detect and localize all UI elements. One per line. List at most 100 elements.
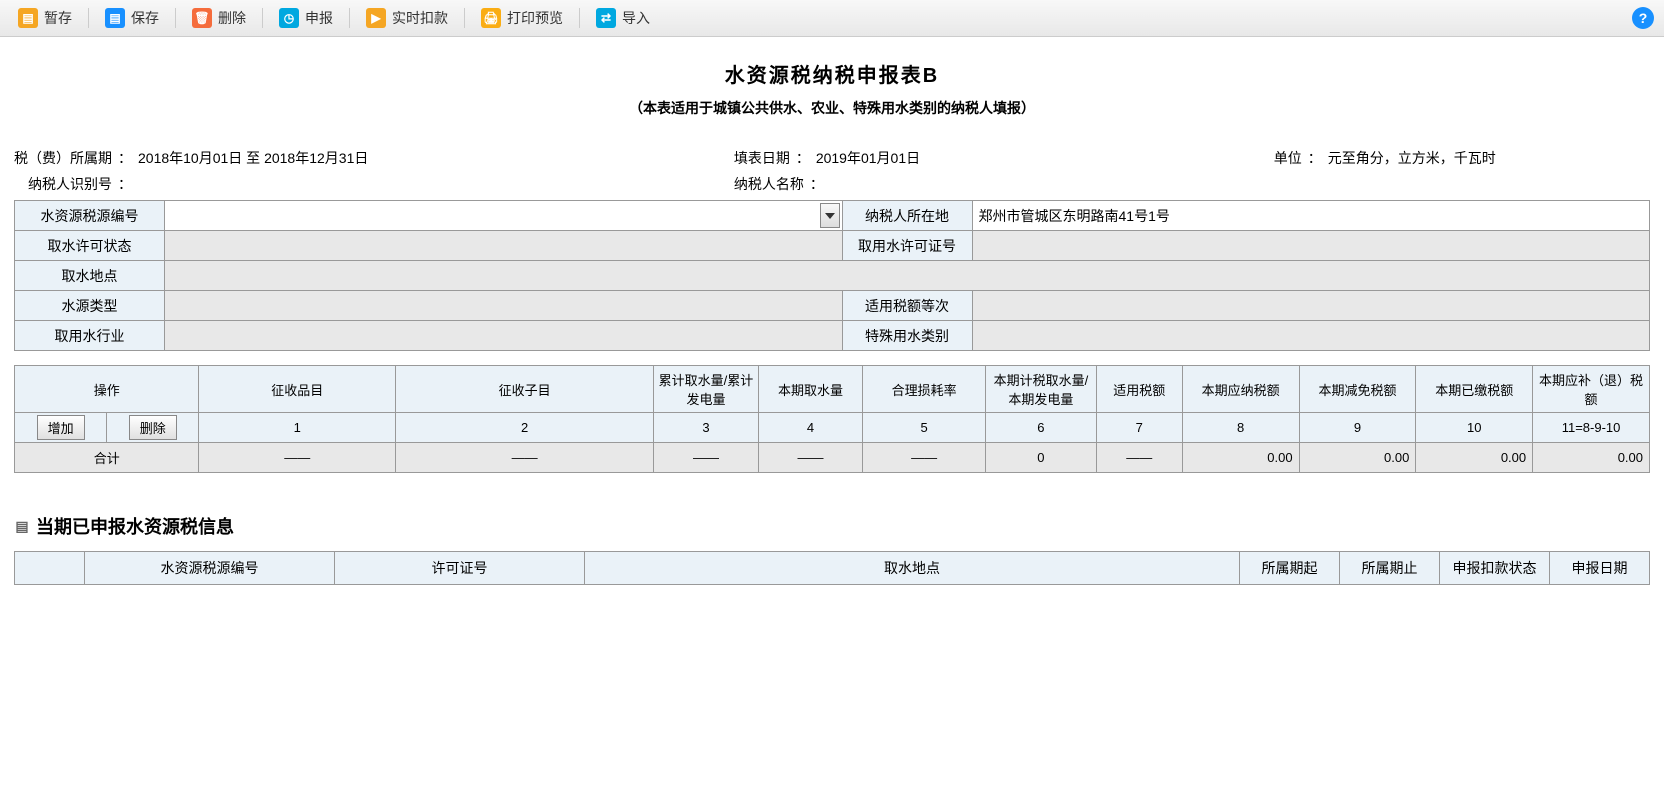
info-col-0 — [15, 552, 85, 585]
taxpayer-name-label: 纳税人名称 — [734, 174, 804, 194]
total-c10: 0.00 — [1416, 443, 1533, 473]
list-icon: ▤ — [14, 518, 30, 534]
intake-point-label: 取水地点 — [15, 261, 165, 291]
col-1-header: 征收品目 — [199, 366, 396, 413]
declare-icon: ◷ — [279, 8, 299, 28]
total-c9: 0.00 — [1299, 443, 1416, 473]
declared-info-table: 水资源税源编号 许可证号 取水地点 所属期起 所属期止 申报扣款状态 申报日期 — [14, 551, 1650, 585]
tax-grade-value — [972, 291, 1650, 321]
source-code-label: 水资源税源编号 — [15, 201, 165, 231]
special-type-value — [972, 321, 1650, 351]
chevron-down-icon[interactable] — [820, 203, 840, 228]
period-label: 税（费）所属期 — [14, 148, 112, 168]
separator — [175, 8, 176, 28]
save-label: 保存 — [131, 8, 159, 28]
tempsave-button[interactable]: ▤ 暂存 — [10, 4, 80, 32]
section2-title: 当期已申报水资源税信息 — [36, 513, 234, 539]
data-grid: 操作 征收品目 征收子目 累计取水量/累计发电量 本期取水量 合理损耗率 本期计… — [14, 365, 1650, 473]
page-title: 水资源税纳税申报表B — [14, 59, 1650, 88]
tax-grade-label: 适用税额等次 — [842, 291, 972, 321]
filldate-value: 2019年01月01日 — [816, 148, 920, 168]
realtime-deduct-button[interactable]: ▶ 实时扣款 — [358, 4, 456, 32]
source-code-dropdown[interactable] — [165, 201, 843, 231]
print-preview-button[interactable]: 🖨 打印预览 — [473, 4, 571, 32]
total-c8: 0.00 — [1182, 443, 1299, 473]
save-icon: ▤ — [105, 8, 125, 28]
form-table: 水资源税源编号 纳税人所在地 郑州市管城区东明路南41号1号 取水许可状态 取用… — [14, 200, 1650, 351]
info-col-3: 取水地点 — [585, 552, 1240, 585]
delete-icon: 🗑 — [192, 8, 212, 28]
col-3-header: 累计取水量/累计发电量 — [654, 366, 758, 413]
separator — [262, 8, 263, 28]
toolbar: ▤ 暂存 ▤ 保存 🗑 删除 ◷ 申报 ▶ 实时扣款 🖨 打印预览 ⇄ 导入 ? — [0, 0, 1664, 37]
special-type-label: 特殊用水类别 — [842, 321, 972, 351]
col-num-11: 11=8-9-10 — [1533, 413, 1650, 443]
col-7-header: 适用税额 — [1096, 366, 1182, 413]
section2-header: ▤ 当期已申报水资源税信息 — [14, 513, 1650, 539]
source-type-label: 水源类型 — [15, 291, 165, 321]
col-num-4: 4 — [758, 413, 862, 443]
col-num-5: 5 — [863, 413, 986, 443]
total-c1: —— — [199, 443, 396, 473]
import-button[interactable]: ⇄ 导入 — [588, 4, 658, 32]
industry-value — [165, 321, 843, 351]
delete-button[interactable]: 🗑 删除 — [184, 4, 254, 32]
col-num-1: 1 — [199, 413, 396, 443]
period-value: 2018年10月01日 至 2018年12月31日 — [138, 148, 368, 168]
col-num-10: 10 — [1416, 413, 1533, 443]
col-num-3: 3 — [654, 413, 758, 443]
col-num-6: 6 — [986, 413, 1097, 443]
tempsave-icon: ▤ — [18, 8, 38, 28]
add-row-button[interactable]: 增加 — [37, 415, 85, 440]
info-col-2: 许可证号 — [335, 552, 585, 585]
separator — [349, 8, 350, 28]
taxpayer-id-label: 纳税人识别号 — [28, 174, 112, 194]
col-11-header: 本期应补（退）税额 — [1533, 366, 1650, 413]
total-c7: —— — [1096, 443, 1182, 473]
total-label: 合计 — [15, 443, 199, 473]
col-num-9: 9 — [1299, 413, 1416, 443]
delete-label: 删除 — [218, 8, 246, 28]
total-c6: 0 — [986, 443, 1097, 473]
save-button[interactable]: ▤ 保存 — [97, 4, 167, 32]
permit-status-value — [165, 231, 843, 261]
col-num-7: 7 — [1096, 413, 1182, 443]
industry-label: 取用水行业 — [15, 321, 165, 351]
total-c4: —— — [758, 443, 862, 473]
tempsave-label: 暂存 — [44, 8, 72, 28]
unit-label: 单位 — [1274, 148, 1302, 168]
declare-label: 申报 — [305, 8, 333, 28]
col-2-header: 征收子目 — [396, 366, 654, 413]
intake-point-value — [165, 261, 1650, 291]
col-num-8: 8 — [1182, 413, 1299, 443]
total-row: 合计 —— —— —— —— —— 0 —— 0.00 0.00 0.00 0.… — [15, 443, 1650, 473]
help-icon[interactable]: ? — [1632, 7, 1654, 29]
main-content: 水资源税纳税申报表B （本表适用于城镇公共供水、农业、特殊用水类别的纳税人填报）… — [0, 37, 1664, 595]
location-label: 纳税人所在地 — [842, 201, 972, 231]
delete-row-button[interactable]: 删除 — [129, 415, 177, 440]
separator — [88, 8, 89, 28]
col-6-header: 本期计税取水量/本期发电量 — [986, 366, 1097, 413]
page-subtitle: （本表适用于城镇公共供水、农业、特殊用水类别的纳税人填报） — [14, 98, 1650, 118]
source-type-value — [165, 291, 843, 321]
col-10-header: 本期已缴税额 — [1416, 366, 1533, 413]
print-label: 打印预览 — [507, 8, 563, 28]
info-col-1: 水资源税源编号 — [85, 552, 335, 585]
info-col-7: 申报日期 — [1550, 552, 1650, 585]
import-label: 导入 — [622, 8, 650, 28]
meta-info: 税（费）所属期 ： 2018年10月01日 至 2018年12月31日 填表日期… — [14, 148, 1650, 194]
permit-status-label: 取水许可状态 — [15, 231, 165, 261]
separator — [464, 8, 465, 28]
col-5-header: 合理损耗率 — [863, 366, 986, 413]
permit-no-value — [972, 231, 1650, 261]
realtime-icon: ▶ — [366, 8, 386, 28]
declare-button[interactable]: ◷ 申报 — [271, 4, 341, 32]
info-col-6: 申报扣款状态 — [1440, 552, 1550, 585]
filldate-label: 填表日期 — [734, 148, 790, 168]
col-8-header: 本期应纳税额 — [1182, 366, 1299, 413]
col-num-2: 2 — [396, 413, 654, 443]
total-c2: —— — [396, 443, 654, 473]
total-c5: —— — [863, 443, 986, 473]
location-value[interactable]: 郑州市管城区东明路南41号1号 — [972, 201, 1650, 231]
info-col-4: 所属期起 — [1240, 552, 1340, 585]
